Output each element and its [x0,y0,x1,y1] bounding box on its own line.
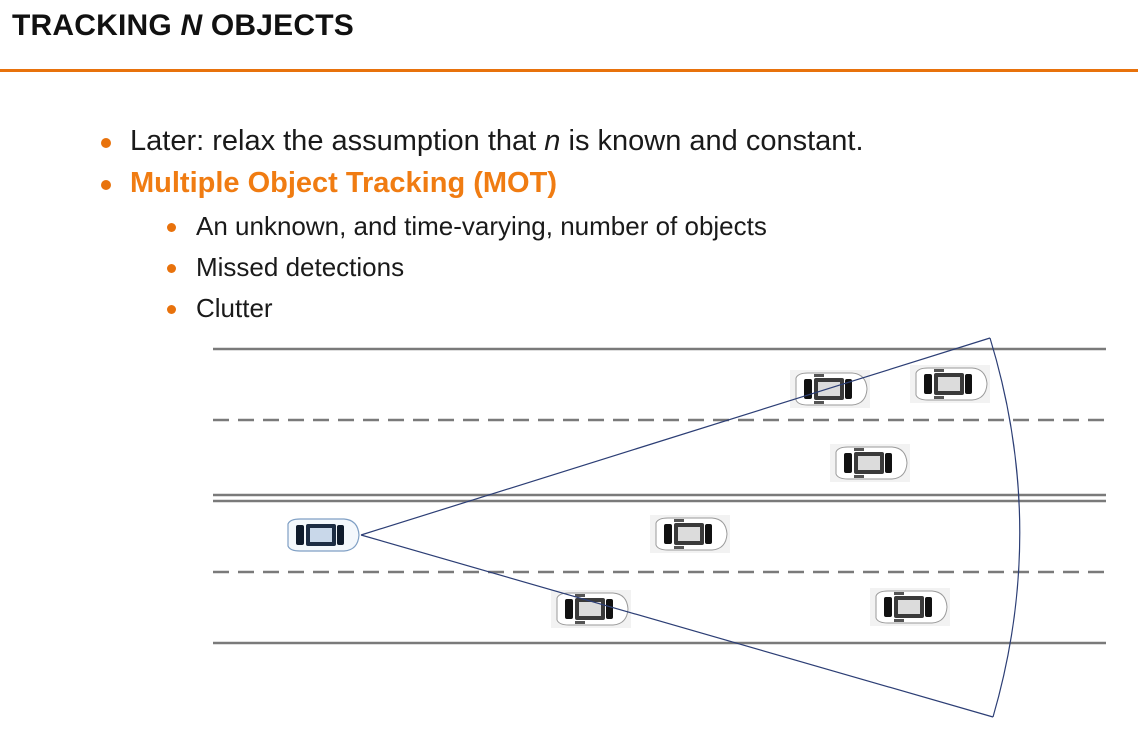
fov-range-arc [989,337,1021,718]
car-icon [790,370,870,408]
car-icon [830,444,910,482]
car-icon [910,365,990,403]
fov-boundary-upper [360,337,991,536]
car-icon [650,515,730,553]
car-icon [870,588,950,626]
ego-car-icon [287,518,360,552]
road-scene [213,337,1106,718]
car-markers [287,365,990,628]
